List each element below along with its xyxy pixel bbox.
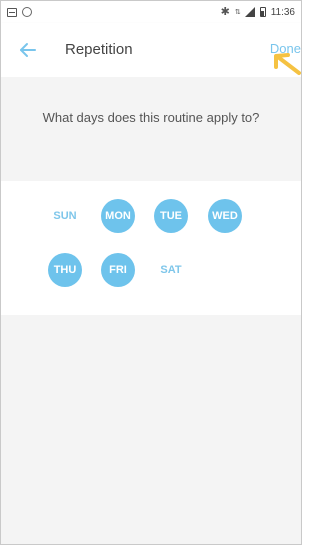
- empty-area: [1, 315, 301, 544]
- status-left: [7, 7, 32, 17]
- day-sat[interactable]: SAT: [154, 253, 188, 287]
- status-right: ✱ ⇅ 11:36: [220, 5, 295, 18]
- alarm-icon: [22, 7, 32, 17]
- day-mon[interactable]: MON: [101, 199, 135, 233]
- app-bar: Repetition Done: [1, 23, 301, 77]
- days-selector: SUN MON TUE WED THU FRI SAT: [1, 181, 301, 315]
- day-thu[interactable]: THU: [48, 253, 82, 287]
- question-section: What days does this routine apply to?: [1, 77, 301, 181]
- status-time: 11:36: [270, 6, 295, 18]
- arrow-left-icon[interactable]: [17, 39, 39, 61]
- signal-icon: [244, 7, 255, 17]
- day-tue[interactable]: TUE: [154, 199, 188, 233]
- day-wed[interactable]: WED: [208, 199, 242, 233]
- phone-screen: ✱ ⇅ 11:36 Repetition Done What days does…: [0, 0, 302, 545]
- data-icon: ⇅: [234, 8, 241, 16]
- day-fri[interactable]: FRI: [101, 253, 135, 287]
- question-text: What days does this routine apply to?: [42, 110, 260, 125]
- pointer-arrow-icon: [274, 53, 301, 75]
- status-bar: ✱ ⇅ 11:36: [1, 1, 301, 23]
- battery-icon: [259, 7, 266, 17]
- day-sun[interactable]: SUN: [48, 199, 82, 233]
- page-title: Repetition: [65, 41, 133, 58]
- bluetooth-icon: ✱: [220, 5, 230, 18]
- image-icon: [7, 7, 17, 17]
